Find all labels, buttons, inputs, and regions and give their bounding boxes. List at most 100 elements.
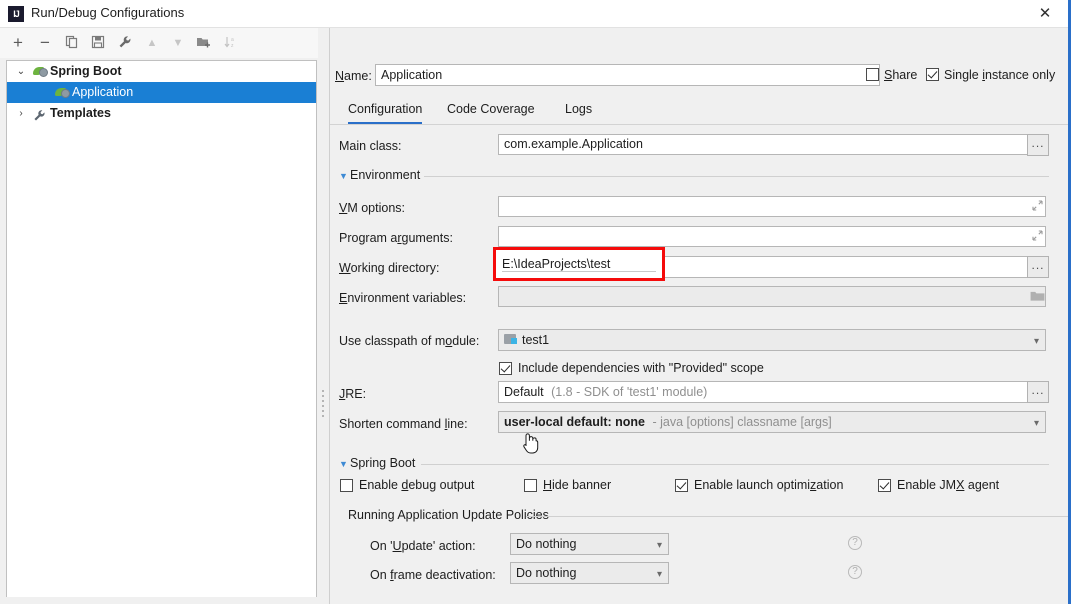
on-frame-deactivation-label: On frame deactivation: — [370, 568, 496, 582]
update-policies-section-header: Running Application Update Policies — [348, 508, 1068, 524]
section-divider — [421, 464, 1049, 465]
chevron-down-icon[interactable]: ▾ — [1034, 333, 1039, 350]
enable-debug-output-checkbox[interactable] — [340, 479, 353, 492]
environment-section-header[interactable]: ▼ Environment — [339, 168, 1049, 184]
tree-node-label: Application — [72, 85, 134, 99]
main-class-input[interactable]: com.example.Application — [498, 134, 1046, 155]
shorten-command-line-value: user-local default: none — [504, 415, 645, 429]
module-icon — [504, 333, 518, 346]
environment-variables-input[interactable] — [498, 286, 1046, 307]
enable-jmx-agent-checkbox[interactable] — [878, 479, 891, 492]
collapse-triangle-icon[interactable]: ▼ — [339, 171, 348, 181]
sort-configurations-button[interactable]: a z — [219, 31, 243, 55]
chevron-down-icon[interactable]: ▾ — [657, 537, 662, 554]
update-policies-label: Running Application Update Policies — [348, 508, 549, 522]
configuration-form: Main class: com.example.Application ... … — [330, 125, 1068, 604]
on-update-action-combo[interactable]: Do nothing ▾ — [510, 533, 669, 555]
title-bar: IJ Run/Debug Configurations ✕ — [0, 0, 1068, 28]
environment-section-label: Environment — [350, 168, 421, 182]
tree-node-label: Templates — [50, 106, 111, 120]
window-title: Run/Debug Configurations — [31, 5, 185, 20]
wrench-icon — [33, 109, 47, 123]
tab-code-coverage[interactable]: Code Coverage — [447, 96, 535, 124]
tree-node-templates[interactable]: › Templates — [7, 103, 316, 124]
on-update-action-help-icon[interactable]: ? — [848, 536, 862, 550]
program-arguments-input[interactable] — [498, 226, 1046, 247]
name-label: Name: — [335, 69, 372, 83]
include-provided-label[interactable]: Include dependencies with "Provided" sco… — [518, 361, 764, 375]
main-class-browse-button[interactable]: ... — [1027, 134, 1049, 156]
save-configuration-button[interactable] — [86, 31, 110, 55]
program-arguments-label: Program arguments: — [339, 231, 453, 245]
working-directory-browse-button[interactable]: ... — [1027, 256, 1049, 278]
jre-value: Default — [504, 385, 544, 399]
on-update-action-label: On 'Update' action: — [370, 539, 476, 553]
spring-boot-section-header[interactable]: ▼ Spring Boot — [339, 456, 1049, 472]
single-instance-label[interactable]: Single instance only — [944, 68, 1055, 82]
environment-variables-folder-icon[interactable] — [1030, 290, 1045, 302]
remove-configuration-button[interactable]: − — [33, 31, 57, 55]
use-classpath-label: Use classpath of module: — [339, 334, 480, 348]
move-up-button[interactable]: ▲ — [140, 31, 164, 55]
intellij-idea-icon: IJ — [8, 6, 24, 22]
section-divider — [526, 516, 1068, 517]
spring-boot-icon — [33, 64, 48, 78]
enable-debug-output-label[interactable]: Enable debug output — [359, 478, 474, 492]
main-class-label: Main class: — [339, 139, 402, 153]
working-directory-value[interactable]: E:\IdeaProjects\test — [502, 257, 610, 271]
working-directory-label: Working directory: — [339, 261, 440, 275]
hide-banner-checkbox[interactable] — [524, 479, 537, 492]
working-directory-underline — [502, 271, 656, 272]
name-input[interactable] — [375, 64, 880, 86]
chevron-down-icon[interactable]: ⌄ — [15, 61, 27, 82]
on-update-action-value: Do nothing — [516, 537, 577, 551]
spring-boot-section-label: Spring Boot — [350, 456, 416, 470]
jre-label: JRE: — [339, 387, 367, 401]
enable-launch-optimization-label[interactable]: Enable launch optimization — [694, 478, 843, 492]
environment-variables-label: Environment variables: — [339, 291, 467, 305]
panel-splitter[interactable] — [318, 60, 328, 597]
editor-tabs: Configuration Code Coverage Logs — [330, 96, 1068, 125]
vm-options-input[interactable] — [498, 196, 1046, 217]
collapse-triangle-icon[interactable]: ▼ — [339, 459, 348, 469]
shorten-command-line-label: Shorten command line: — [339, 417, 468, 431]
jre-combo[interactable]: Default (1.8 - SDK of 'test1' module) ▾ — [498, 381, 1046, 403]
chevron-down-icon[interactable]: ▾ — [657, 566, 662, 583]
use-classpath-value: test1 — [522, 333, 550, 347]
hide-banner-label[interactable]: Hide banner — [543, 478, 611, 492]
configuration-editor-panel: Name: Share Single instance only Configu… — [329, 28, 1068, 604]
section-divider — [424, 176, 1049, 177]
move-down-button[interactable]: ▼ — [166, 31, 190, 55]
on-frame-deactivation-combo[interactable]: Do nothing ▾ — [510, 562, 669, 584]
tree-node-spring-boot[interactable]: ⌄ Spring Boot — [7, 61, 316, 82]
on-frame-deactivation-help-icon[interactable]: ? — [848, 565, 862, 579]
share-label[interactable]: Share — [884, 68, 917, 82]
jre-hint: (1.8 - SDK of 'test1' module) — [551, 385, 708, 399]
tab-configuration[interactable]: Configuration — [348, 96, 423, 124]
configurations-tree[interactable]: ⌄ Spring Boot Application › Templates — [6, 60, 317, 597]
jre-browse-button[interactable]: ... — [1027, 381, 1049, 403]
vm-options-label: VM options: — [339, 201, 406, 215]
use-classpath-combo[interactable]: test1 ▾ — [498, 329, 1046, 351]
move-into-folder-button[interactable] — [192, 31, 216, 55]
tree-node-application[interactable]: Application — [7, 82, 316, 103]
enable-launch-optimization-checkbox[interactable] — [675, 479, 688, 492]
chevron-down-icon[interactable]: ▾ — [1034, 415, 1039, 432]
include-provided-checkbox[interactable] — [499, 362, 512, 375]
shorten-command-line-hint: - java [options] classname [args] — [652, 415, 832, 429]
splitter-grip — [321, 390, 325, 417]
enable-jmx-agent-label[interactable]: Enable JMX agent — [897, 478, 999, 492]
add-configuration-button[interactable]: + — [6, 31, 30, 55]
chevron-right-icon[interactable]: › — [15, 103, 27, 124]
edit-templates-wrench-icon[interactable] — [113, 31, 137, 55]
copy-configuration-button[interactable] — [60, 31, 84, 55]
run-debug-configurations-dialog: IJ Run/Debug Configurations ✕ + − ▲ ▼ a … — [0, 0, 1071, 604]
configuration-toolbar: + − ▲ ▼ a z — [0, 28, 318, 58]
single-instance-checkbox[interactable] — [926, 68, 939, 81]
share-checkbox[interactable] — [866, 68, 879, 81]
tree-node-label: Spring Boot — [50, 64, 122, 78]
shorten-command-line-combo[interactable]: user-local default: none - java [options… — [498, 411, 1046, 433]
spring-boot-icon — [55, 85, 70, 99]
tab-logs[interactable]: Logs — [565, 96, 592, 124]
close-icon[interactable]: ✕ — [1022, 0, 1068, 28]
